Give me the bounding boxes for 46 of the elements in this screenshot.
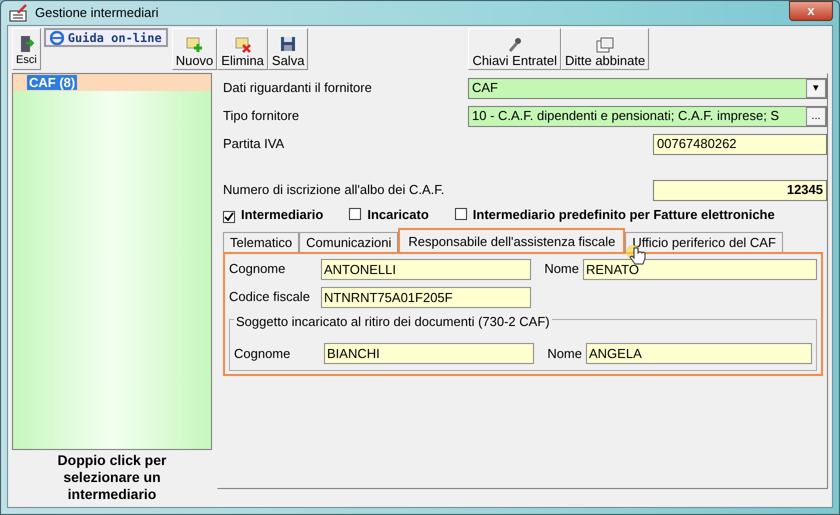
tab[interactable]: Ufficio periferico del CAF	[625, 232, 783, 252]
field-label: Tipo fornitore	[223, 107, 300, 126]
checkbox-label[interactable]: Incaricato	[367, 207, 429, 222]
input-field[interactable]: NTNRNT75A01F205F	[321, 286, 531, 308]
toolbar-button[interactable]: Elimina	[217, 28, 268, 70]
lookup-field[interactable]: 10 - C.A.F. dipendenti e pensionati; C.A.F. imprese; S ...	[468, 106, 827, 126]
tab[interactable]: Comunicazioni	[299, 232, 398, 252]
field-label: Cognome	[234, 344, 292, 363]
exit-door-icon	[18, 35, 34, 53]
input-field[interactable]: RENATO	[583, 258, 817, 280]
dropdown-button[interactable]: ▾	[806, 78, 826, 98]
checkbox-label[interactable]: Intermediario	[241, 207, 324, 222]
tab[interactable]: Responsabile dell'assistenza fiscale	[398, 228, 626, 252]
input-field[interactable]: ANTONELLI	[321, 258, 531, 280]
field-label: Cognome	[229, 260, 286, 278]
toolbar-button[interactable]: Nuovo	[172, 28, 218, 70]
checkbox-label[interactable]: Intermediario predefinito per Fatture elettroniche	[472, 207, 775, 222]
hint-text: Doppio click per selezionare un intermediario	[56, 451, 168, 503]
input-field[interactable]: ANGELA	[586, 343, 812, 364]
field-label: Numero di iscrizione all'albo dei C.A.F.	[223, 181, 446, 200]
field-label: Nome	[546, 344, 583, 363]
browse-button[interactable]: ...	[806, 106, 826, 126]
toolbar-button[interactable]: Salva	[268, 28, 308, 70]
checkbox-box[interactable]	[454, 208, 467, 220]
toolbar-button[interactable]: Ditte abbinate	[560, 28, 650, 70]
field-label: Dati riguardanti il fornitore	[223, 79, 373, 98]
input-field[interactable]: 00767480262	[653, 134, 827, 154]
help-button[interactable]: Guida on-line	[44, 28, 168, 47]
delete-document-icon	[234, 35, 252, 53]
window-title: Gestione intermediari	[35, 4, 159, 22]
toolbar-button[interactable]: Chiavi Entratel	[468, 28, 561, 70]
input-field[interactable]: BIANCHI	[324, 343, 534, 364]
list-item[interactable]: CAF (8)	[13, 74, 211, 91]
dropdown-field[interactable]: CAF ▾	[468, 78, 827, 98]
field-label: Codice fiscale	[229, 288, 311, 306]
new-document-icon	[185, 35, 204, 53]
field-label: Partita IVA	[223, 135, 286, 154]
field-label: Nome	[543, 260, 580, 278]
toolbar-button[interactable]: Esci	[12, 28, 41, 70]
input-field[interactable]: 12345	[653, 180, 827, 200]
app-icon	[9, 4, 29, 22]
tab[interactable]: Telematico	[223, 232, 300, 252]
group-title: Soggetto incaricato al ritiro dei documenti (730-2 CAF)	[234, 314, 552, 329]
checkbox-box[interactable]	[223, 211, 235, 224]
checkbox-box[interactable]	[349, 208, 362, 220]
windows-icon	[596, 37, 614, 53]
